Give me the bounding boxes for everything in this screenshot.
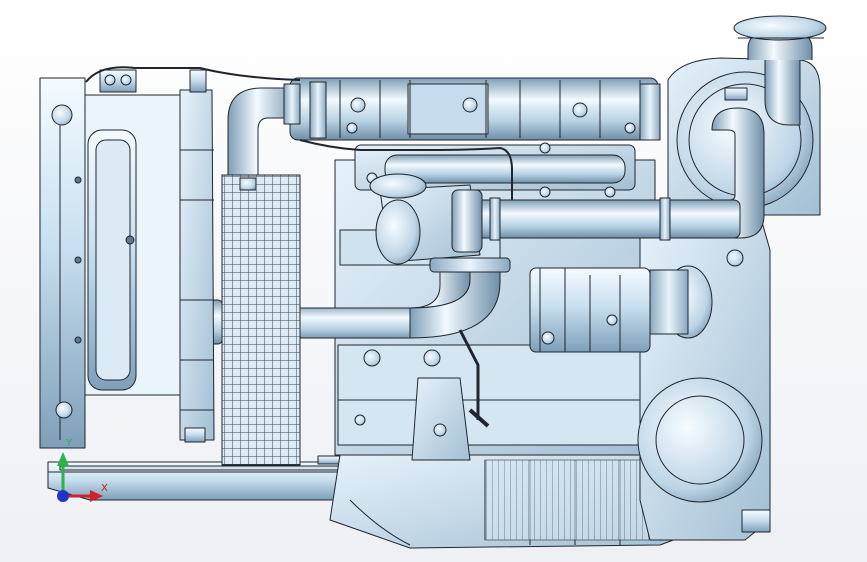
intake-pipe-upper — [459, 197, 741, 241]
triad-y-label: Y — [66, 438, 73, 449]
engine-mount — [411, 377, 471, 461]
flywheel-housing — [637, 214, 771, 541]
triad-z-axis — [57, 490, 69, 502]
fan-guard — [221, 174, 301, 466]
triad-x-label: X — [101, 483, 108, 494]
cad-viewport[interactable] — [0, 0, 867, 562]
exhaust-manifold — [289, 77, 661, 141]
cooling-fan — [179, 69, 215, 443]
radiator — [39, 77, 181, 449]
thermostat-housing — [369, 173, 483, 265]
